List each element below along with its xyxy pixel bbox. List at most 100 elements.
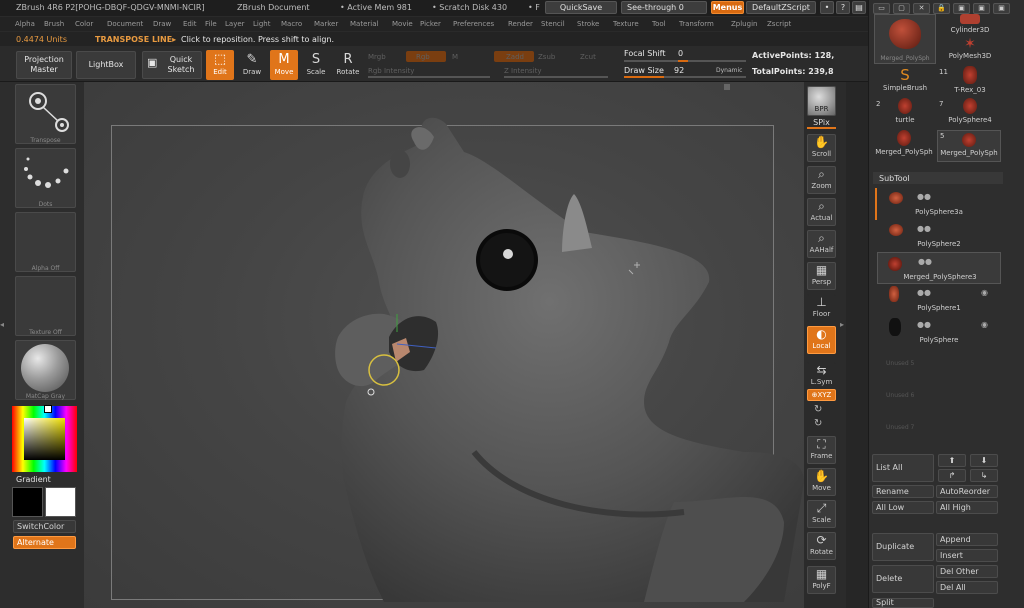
mrgb-button[interactable]: Mrgb — [368, 53, 386, 61]
tool-thumb-2[interactable]: ✶ PolyMesh3D — [939, 36, 1001, 60]
del-all-button[interactable]: Del All — [936, 581, 998, 594]
edit-button[interactable]: ⬚ Edit — [206, 50, 234, 80]
tool-thumb-7[interactable]: Merged_PolySph — [872, 130, 936, 156]
subtool-item-4[interactable]: ●● ◉ PolySphere — [877, 316, 1001, 348]
collapse-right-icon[interactable]: ▸ — [840, 320, 846, 332]
alpha-thumb[interactable]: Alpha Off — [15, 212, 76, 272]
auto-reorder-button[interactable]: AutoReorder — [936, 485, 998, 498]
menu-transform[interactable]: Transform — [679, 20, 714, 28]
tool-thumb-4[interactable]: 11 T-Rex_03 — [939, 66, 1001, 94]
move-down-icon[interactable]: ↳ — [970, 469, 998, 482]
local-button[interactable]: ◐ Local — [807, 326, 836, 354]
menu-zplugin[interactable]: Zplugin — [731, 20, 757, 28]
delete-button[interactable]: Delete — [872, 565, 934, 593]
alternate-button[interactable]: Alternate — [13, 536, 76, 549]
eye-icon-4[interactable]: ◉ — [981, 320, 988, 329]
zsub-button[interactable]: Zsub — [538, 53, 555, 61]
move-button[interactable]: M Move — [270, 50, 298, 80]
menu-picker[interactable]: Picker — [420, 20, 441, 28]
scroll-button[interactable]: ✋ Scroll — [807, 134, 836, 162]
subtool-item-3[interactable]: ●● ◉ PolySphere1 — [877, 284, 1001, 316]
tray-minimize-icon[interactable]: ▭ — [873, 3, 890, 14]
menu-material[interactable]: Material — [350, 20, 378, 28]
rgb-intensity-slider[interactable] — [368, 76, 490, 78]
split-header[interactable]: Split — [872, 598, 934, 608]
subtool-header[interactable]: SubTool — [873, 172, 1003, 184]
creature-model[interactable] — [84, 82, 804, 608]
all-low-button[interactable]: All Low — [872, 501, 934, 514]
del-other-button[interactable]: Del Other — [936, 565, 998, 578]
tray-restore-icon[interactable]: ▢ — [893, 3, 910, 14]
stroke-thumb[interactable]: Dots — [15, 148, 76, 208]
scale-button[interactable]: S Scale — [302, 50, 330, 80]
m-button[interactable]: M — [452, 53, 458, 61]
eye-icon-3[interactable]: ◉ — [981, 288, 988, 297]
menu-brush[interactable]: Brush — [44, 20, 64, 28]
canvas-viewport[interactable] — [84, 82, 804, 608]
projection-master-button[interactable]: Projection Master — [16, 51, 72, 79]
actual-button[interactable]: ⌕ Actual — [807, 198, 836, 226]
menu-zscript[interactable]: Zscript — [767, 20, 791, 28]
tool-thumb-1[interactable]: Cylinder3D — [939, 14, 1001, 34]
zadd-button[interactable]: Zadd — [494, 51, 534, 62]
tool-thumb-0[interactable]: Merged_PolySph — [874, 14, 936, 64]
tool-thumb-3[interactable]: S SimpleBrush — [874, 66, 936, 92]
rotate-z-icon[interactable]: ↻ — [814, 418, 822, 429]
subtool-item-2[interactable]: ●● Merged_PolySphere3 — [877, 252, 1001, 284]
rename-button[interactable]: Rename — [872, 485, 934, 498]
subtool-toggle-1[interactable]: ●● — [917, 224, 931, 233]
menu-render[interactable]: Render — [508, 20, 533, 28]
focal-shift-slider[interactable] — [624, 60, 746, 62]
z-intensity-slider[interactable] — [504, 76, 608, 78]
subtool-toggle-2[interactable]: ●● — [918, 257, 932, 266]
menu-alpha[interactable]: Alpha — [15, 20, 35, 28]
spix-slider[interactable] — [807, 127, 836, 129]
color-picker[interactable] — [12, 405, 77, 472]
tray-icon-5[interactable]: ▣ — [953, 3, 970, 14]
quicksave-button[interactable]: QuickSave — [545, 1, 617, 14]
lock-icon[interactable]: 🔒 — [933, 3, 950, 14]
rgb-button[interactable]: Rgb — [406, 51, 446, 62]
menu-macro[interactable]: Macro — [281, 20, 302, 28]
collapse-left-icon[interactable]: ◂ — [0, 320, 6, 332]
menu-movie[interactable]: Movie — [392, 20, 413, 28]
menu-preferences[interactable]: Preferences — [453, 20, 494, 28]
menu-stencil[interactable]: Stencil — [541, 20, 565, 28]
insert-button[interactable]: Insert — [936, 549, 998, 562]
lightbox-button[interactable]: LightBox — [76, 51, 136, 79]
polyf-button[interactable]: ▦ PolyF — [807, 566, 836, 594]
transpose-brush-thumb[interactable]: Transpose — [15, 84, 76, 144]
subtool-toggle-4[interactable]: ●● — [917, 320, 931, 329]
subtool-item-0[interactable]: ●● PolySphere3a — [877, 188, 1001, 220]
scale-view-button[interactable]: ⤢ Scale — [807, 500, 836, 528]
tray-icon-6[interactable]: ▣ — [973, 3, 990, 14]
info-icon[interactable]: • — [820, 1, 834, 14]
menu-marker[interactable]: Marker — [314, 20, 338, 28]
menu-stroke[interactable]: Stroke — [577, 20, 599, 28]
move-up-icon[interactable]: ↱ — [938, 469, 966, 482]
duplicate-button[interactable]: Duplicate — [872, 533, 934, 561]
frame-button[interactable]: ⛶ Frame — [807, 436, 836, 464]
rotate-y-icon[interactable]: ↻ — [814, 404, 822, 415]
menu-layer[interactable]: Layer — [225, 20, 245, 28]
tray-icon-7[interactable]: ▣ — [993, 3, 1010, 14]
switch-color-button[interactable]: SwitchColor — [13, 520, 76, 533]
bpr-button[interactable]: BPR — [807, 86, 836, 116]
color-picker-square[interactable] — [24, 418, 65, 460]
floor-button[interactable]: ⊥ Floor — [807, 294, 836, 322]
color-picker-handle[interactable] — [44, 405, 52, 413]
aahalf-button[interactable]: ⌕ AAHalf — [807, 230, 836, 258]
arrow-up-icon[interactable]: ⬆ — [938, 454, 966, 467]
texture-thumb[interactable]: Texture Off — [15, 276, 76, 336]
material-thumb[interactable]: MatCap Gray — [15, 340, 76, 400]
move-view-button[interactable]: ✋ Move — [807, 468, 836, 496]
see-through-slider[interactable]: See-through 0 — [621, 1, 707, 14]
default-zscript-button[interactable]: DefaultZScript — [746, 1, 816, 14]
tool-thumb-6[interactable]: 7 PolySphere4 — [939, 98, 1001, 124]
lsym-button[interactable]: ⇆ L.Sym — [807, 362, 836, 390]
menu-color[interactable]: Color — [75, 20, 93, 28]
draw-button[interactable]: ✎ Draw — [238, 50, 266, 80]
rotate-view-button[interactable]: ⟳ Rotate — [807, 532, 836, 560]
menus-button[interactable]: Menus — [711, 1, 744, 14]
subtool-item-1[interactable]: ●● PolySphere2 — [877, 220, 1001, 252]
